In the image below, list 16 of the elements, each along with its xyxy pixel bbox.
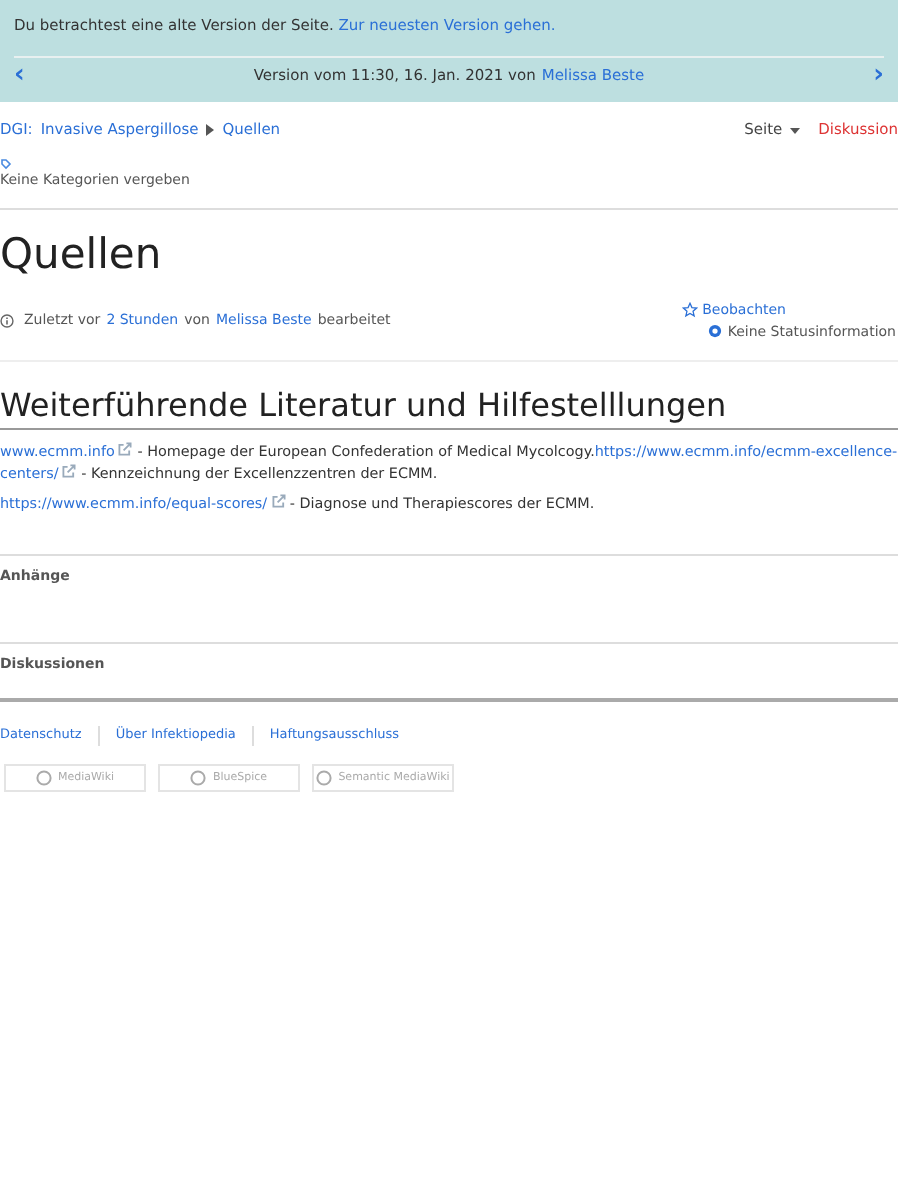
external-link-icon: [62, 464, 77, 478]
external-link-icon: [118, 442, 133, 456]
logo-icon: [190, 769, 207, 786]
caret-down-icon: [790, 127, 801, 133]
tag-icon: [0, 158, 12, 170]
logo-icon: [316, 769, 333, 786]
status-icon: [707, 324, 722, 339]
logo-icon: [35, 769, 52, 786]
info-icon: [0, 314, 14, 328]
caret-right-icon: [206, 124, 215, 136]
section-heading: Weiterführende Literatur und Hilfestelllungen: [0, 386, 898, 430]
page-title: Quellen: [0, 228, 164, 280]
next-version-button[interactable]: ›: [873, 62, 884, 90]
previous-version-button[interactable]: ‹: [14, 62, 25, 90]
external-link-icon: [271, 494, 286, 508]
star-icon: [682, 302, 699, 319]
